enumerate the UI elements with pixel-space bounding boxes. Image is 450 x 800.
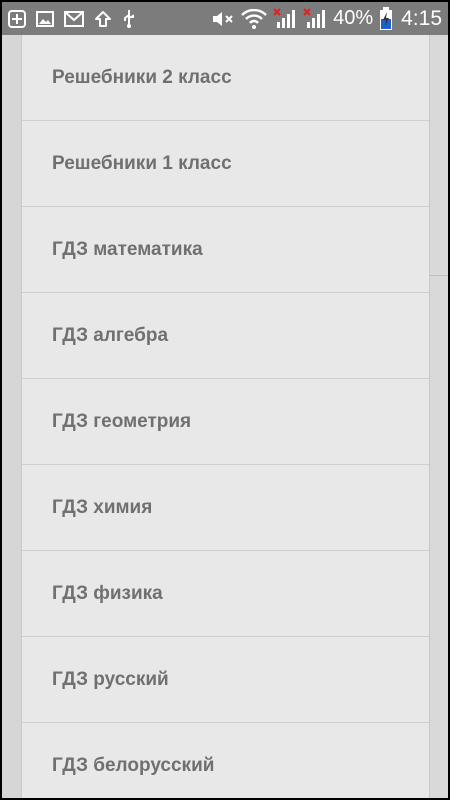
- menu-item-label: ГДЗ белорусский: [52, 754, 215, 776]
- image-icon: [36, 2, 54, 35]
- menu-item-label: Решебники 2 класс: [52, 66, 232, 88]
- menu-item-label: Решебники 1 класс: [52, 152, 232, 174]
- drawer-menu-list: Решебники 2 класс Решебники 1 класс ГДЗ …: [22, 35, 429, 798]
- plus-box-icon: [8, 2, 26, 35]
- navigation-drawer: Решебники 2 класс Решебники 1 класс ГДЗ …: [21, 35, 430, 798]
- menu-item-gdz-algebra[interactable]: ГДЗ алгебра: [22, 293, 429, 379]
- menu-item-gdz-khimiya[interactable]: ГДЗ химия: [22, 465, 429, 551]
- menu-item-label: ГДЗ русский: [52, 668, 169, 690]
- menu-item-label: ГДЗ физика: [52, 582, 163, 604]
- underlying-divider: [428, 275, 448, 276]
- menu-item-gdz-fizika[interactable]: ГДЗ физика: [22, 551, 429, 637]
- signal-no-sim-icon-2: [303, 2, 327, 35]
- menu-item-gdz-belorusskiy[interactable]: ГДЗ белорусский: [22, 723, 429, 798]
- phone-screen: 40% 4:15 Решебники 2 класс Решебники 1 к…: [2, 2, 448, 798]
- menu-item-label: ГДЗ математика: [52, 238, 203, 260]
- battery-percentage: 40%: [333, 7, 374, 29]
- upload-arrow-icon: [94, 2, 112, 35]
- usb-icon: [122, 2, 136, 35]
- menu-item-gdz-russkiy[interactable]: ГДЗ русский: [22, 637, 429, 723]
- status-bar-system: 40% 4:15: [205, 2, 442, 35]
- menu-item-label: ГДЗ геометрия: [52, 410, 192, 432]
- status-bar: 40% 4:15: [2, 2, 448, 35]
- menu-item-label: ГДЗ химия: [52, 496, 153, 518]
- menu-item-gdz-matematika[interactable]: ГДЗ математика: [22, 207, 429, 293]
- battery-charging-icon: [379, 2, 393, 35]
- menu-item-reshebniki-2-klass[interactable]: Решебники 2 класс: [22, 35, 429, 121]
- menu-item-label: ГДЗ алгебра: [52, 324, 169, 346]
- status-bar-clock: 4:15: [401, 7, 442, 30]
- status-bar-notifications: [8, 2, 146, 35]
- signal-no-sim-icon-1: [273, 2, 297, 35]
- menu-item-gdz-geometriya[interactable]: ГДЗ геометрия: [22, 379, 429, 465]
- mail-icon: [64, 2, 84, 35]
- underlying-content-edge: [428, 35, 448, 798]
- wifi-icon: [241, 2, 267, 35]
- menu-item-reshebniki-1-klass[interactable]: Решебники 1 класс: [22, 121, 429, 207]
- mute-icon: [211, 2, 235, 35]
